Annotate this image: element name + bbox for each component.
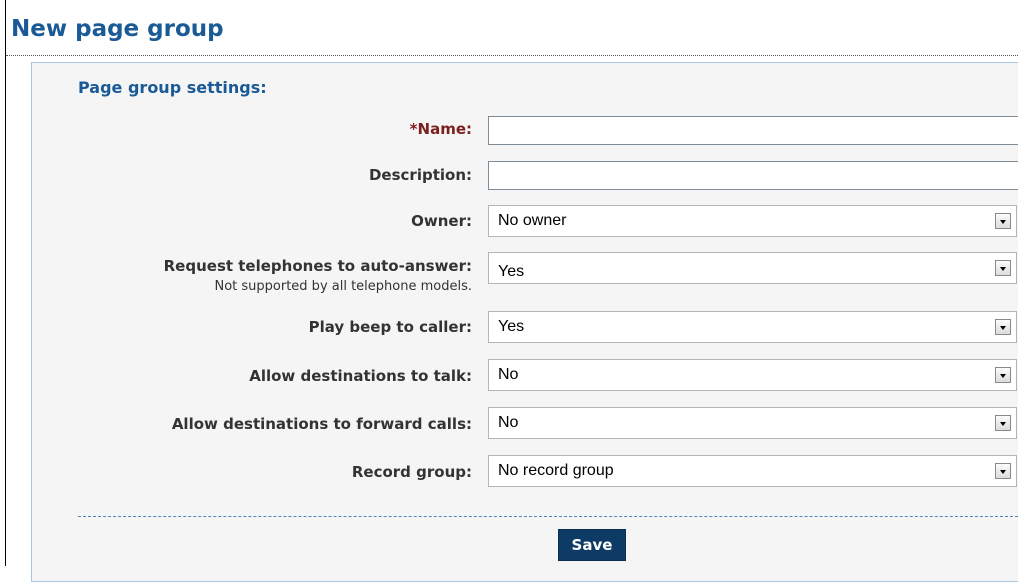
- section-title: Page group settings:: [78, 78, 267, 97]
- play-beep-select[interactable]: Yes: [488, 311, 1017, 343]
- name-input[interactable]: [488, 116, 1018, 145]
- allow-talk-select-value: No: [498, 366, 519, 383]
- title-divider: [6, 55, 1018, 56]
- owner-select[interactable]: No owner: [488, 205, 1017, 237]
- chevron-down-icon[interactable]: [995, 463, 1011, 479]
- form-divider: [78, 516, 1018, 517]
- allow-talk-label: Allow destinations to talk:: [249, 367, 472, 385]
- page-left-border: [5, 0, 6, 566]
- allow-forward-select-value: No: [498, 414, 519, 431]
- auto-answer-select[interactable]: Yes: [488, 252, 1017, 284]
- record-group-select[interactable]: No record group: [488, 455, 1017, 487]
- save-button[interactable]: Save: [558, 529, 626, 561]
- chevron-down-icon[interactable]: [995, 213, 1011, 229]
- owner-label: Owner:: [411, 212, 472, 230]
- allow-talk-select[interactable]: No: [488, 359, 1017, 391]
- auto-answer-select-value: Yes: [498, 263, 525, 280]
- description-input[interactable]: [488, 161, 1018, 190]
- owner-select-value: No owner: [498, 212, 567, 229]
- chevron-down-icon[interactable]: [995, 319, 1011, 335]
- record-group-label: Record group:: [351, 463, 472, 481]
- allow-forward-label: Allow destinations to forward calls:: [171, 415, 472, 433]
- record-group-select-value: No record group: [498, 462, 614, 479]
- chevron-down-icon[interactable]: [995, 260, 1011, 276]
- page-title: New page group: [11, 16, 224, 42]
- auto-answer-hint: Not supported by all telephone models.: [214, 279, 472, 294]
- play-beep-select-value: Yes: [498, 318, 525, 335]
- name-label: *Name:: [409, 120, 472, 138]
- chevron-down-icon[interactable]: [995, 415, 1011, 431]
- description-label: Description:: [368, 166, 472, 184]
- chevron-down-icon[interactable]: [995, 367, 1011, 383]
- auto-answer-label: Request telephones to auto-answer:: [163, 257, 472, 275]
- play-beep-label: Play beep to caller:: [308, 318, 472, 336]
- allow-forward-select[interactable]: No: [488, 407, 1017, 439]
